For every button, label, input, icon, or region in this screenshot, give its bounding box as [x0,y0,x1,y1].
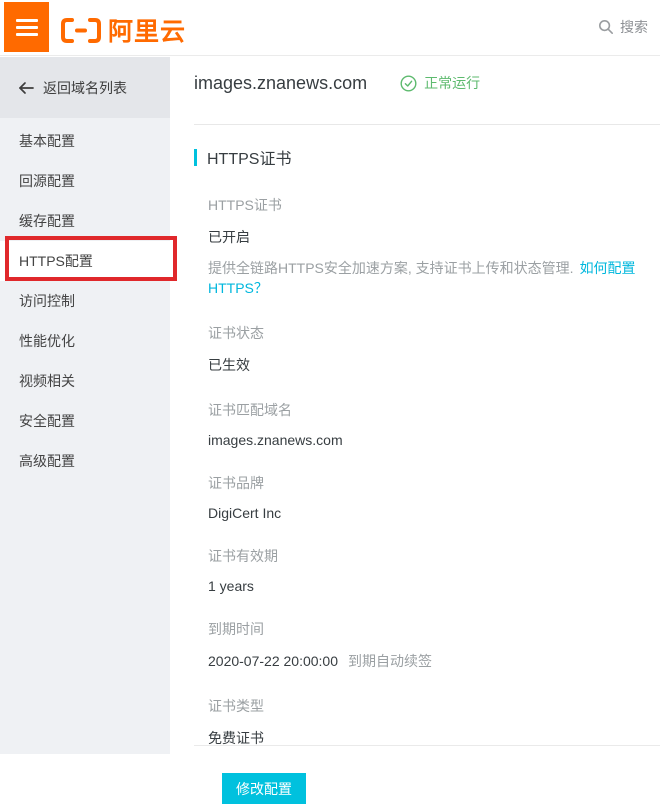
sidebar-item-basic-config[interactable]: 基本配置 [0,121,170,161]
alibaba-cloud-logo-icon [60,17,102,44]
field-label: HTTPS证书 [208,195,660,215]
back-arrow-icon [18,81,34,95]
field-list: HTTPS证书 已开启 提供全链路HTTPS安全加速方案, 支持证书上传和状态管… [194,195,660,804]
modify-config-button[interactable]: 修改配置 [222,773,306,804]
field-cert-domain: 证书匹配域名 images.znanews.com [208,400,660,448]
field-value: 1 years [208,578,660,594]
sidebar-item-advanced-config[interactable]: 高级配置 [0,441,170,481]
field-label: 到期时间 [208,619,660,639]
field-value: images.znanews.com [208,432,660,448]
brand-name: 阿里云 [108,12,186,48]
topbar: 阿里云 搜索 [0,0,660,56]
main-content: images.znanews.com 正常运行 HTTPS证书 HTTPS证书 … [170,57,660,754]
sidebar-item-cache-config[interactable]: 缓存配置 [0,201,170,241]
sidebar-item-origin-config[interactable]: 回源配置 [0,161,170,201]
sidebar-item-https-config[interactable]: HTTPS配置 [0,241,170,281]
field-label: 证书有效期 [208,546,660,566]
status-badge: 正常运行 [400,73,480,93]
sidebar-item-video[interactable]: 视频相关 [0,361,170,401]
field-expiry-time: 到期时间 2020-07-22 20:00:00 到期自动续签 [208,619,660,671]
field-value: 已开启 [208,227,660,247]
hamburger-icon [16,26,38,29]
page-header: images.znanews.com 正常运行 [194,72,660,94]
sidebar-item-access-control[interactable]: 访问控制 [0,281,170,321]
field-label: 证书匹配域名 [208,400,660,420]
field-label: 证书状态 [208,323,660,343]
status-text: 正常运行 [424,73,480,93]
section-header: HTTPS证书 [194,145,660,169]
field-value: DigiCert Inc [208,505,660,521]
field-label: 证书类型 [208,696,660,716]
search-icon [598,19,614,35]
field-cert-brand: 证书品牌 DigiCert Inc [208,473,660,521]
hamburger-icon [16,33,38,36]
header-divider [194,124,660,125]
section-accent-bar [194,149,197,166]
page-title: images.znanews.com [194,73,367,94]
search-label: 搜索 [620,17,648,37]
back-to-domain-list[interactable]: 返回域名列表 [0,57,170,118]
field-value: 已生效 [208,355,660,375]
field-https-cert: HTTPS证书 已开启 提供全链路HTTPS安全加速方案, 支持证书上传和状态管… [208,195,660,298]
field-cert-type: 证书类型 免费证书 [208,696,660,748]
sidebar: 返回域名列表 基本配置 回源配置 缓存配置 HTTPS配置 访问控制 性能优化 … [0,57,170,754]
description-text: 提供全链路HTTPS安全加速方案, 支持证书上传和状态管理. [208,260,574,276]
section-title-text: HTTPS证书 [207,145,291,169]
search-control[interactable]: 搜索 [598,17,648,37]
expiry-datetime: 2020-07-22 20:00:00 [208,653,338,669]
auto-renew-note: 到期自动续签 [348,653,432,669]
sidebar-item-performance[interactable]: 性能优化 [0,321,170,361]
back-label: 返回域名列表 [43,78,127,98]
sidebar-item-security-config[interactable]: 安全配置 [0,401,170,441]
alibaba-cloud-logo[interactable]: 阿里云 [60,12,186,48]
bottom-divider [194,745,660,746]
check-circle-icon [400,75,417,92]
field-value: 2020-07-22 20:00:00 到期自动续签 [208,651,660,671]
sidebar-menu: 基本配置 回源配置 缓存配置 HTTPS配置 访问控制 性能优化 视频相关 安全… [0,118,170,481]
field-cert-validity: 证书有效期 1 years [208,546,660,594]
hamburger-icon [16,19,38,22]
hamburger-menu-button[interactable] [4,2,49,52]
field-cert-status: 证书状态 已生效 [208,323,660,375]
field-label: 证书品牌 [208,473,660,493]
field-description: 提供全链路HTTPS安全加速方案, 支持证书上传和状态管理.如何配置HTTPS？ [208,258,660,298]
